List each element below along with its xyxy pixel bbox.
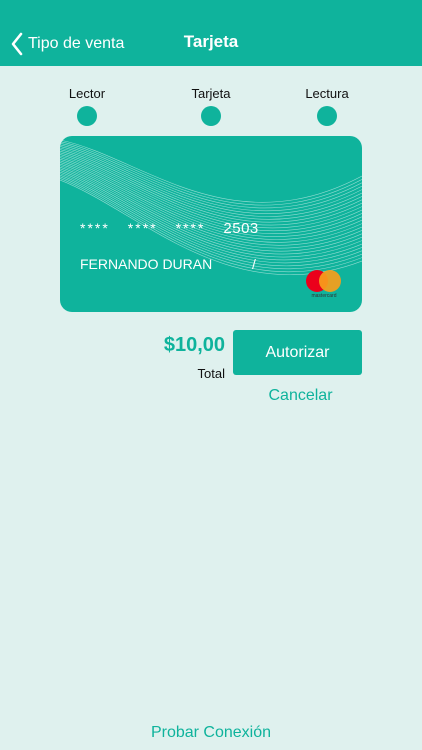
cancel-button[interactable]: Cancelar — [233, 387, 368, 405]
total-label: Total — [197, 366, 225, 381]
card-wave-line — [60, 152, 362, 226]
step-indicator-dot — [77, 106, 97, 126]
credit-card: **** **** **** 2503 FERNANDO DURAN / mas… — [60, 136, 362, 312]
back-button[interactable]: Tipo de venta — [10, 30, 124, 58]
card-number-mask: **** — [175, 220, 206, 236]
card-holder-name: FERNANDO DURAN — [80, 256, 213, 272]
card-expiry: / — [252, 256, 256, 272]
mastercard-yellow-circle — [319, 270, 341, 292]
card-number: **** **** **** 2503 — [80, 220, 259, 237]
card-wave-line — [60, 150, 362, 223]
card-wave-line — [60, 173, 362, 264]
step-tarjeta: Tarjeta — [171, 86, 251, 126]
step-lector: Lector — [47, 86, 127, 126]
chevron-left-icon — [11, 32, 23, 56]
card-number-mask: **** — [127, 220, 158, 236]
step-indicator-dot — [317, 106, 337, 126]
step-label: Lectura — [305, 86, 349, 101]
card-wave-line — [60, 147, 362, 217]
mastercard-wordmark: mastercard — [311, 293, 337, 299]
card-wave-line — [60, 149, 362, 220]
card-number-mask: **** — [80, 220, 110, 236]
step-indicator-dot — [201, 106, 221, 126]
step-label: Tarjeta — [191, 86, 231, 101]
nav-bar: Tipo de venta Tarjeta — [0, 0, 422, 66]
back-button-label: Tipo de venta — [28, 35, 125, 52]
total-amount: $10,00 — [163, 334, 225, 356]
authorize-button[interactable]: Autorizar — [233, 330, 362, 375]
progress-steps: Lector Tarjeta Lectura — [0, 86, 422, 130]
mastercard-logo: mastercard — [304, 268, 344, 302]
step-lectura: Lectura — [287, 86, 367, 126]
step-label: Lector — [68, 86, 106, 101]
test-connection-button[interactable]: Probar Conexión — [0, 724, 422, 742]
card-last-digits: 2503 — [223, 220, 259, 237]
